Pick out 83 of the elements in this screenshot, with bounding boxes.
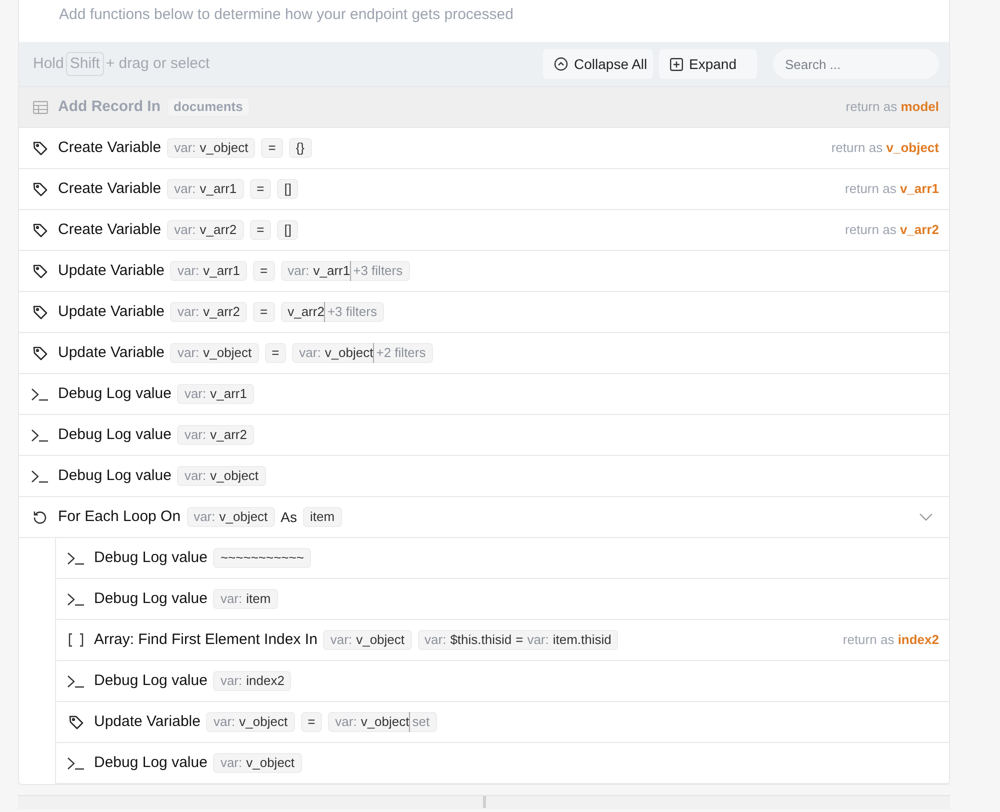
- step-title[interactable]: Debug Log value: [58, 382, 172, 406]
- value-chip[interactable]: var: v_arr1: [177, 384, 254, 404]
- value-chip[interactable]: var: v_object +2 filters: [292, 343, 433, 363]
- value-chip[interactable]: =: [250, 220, 272, 240]
- terminal-icon: [67, 756, 85, 770]
- value-chip[interactable]: ~~~~~~~~~~~: [213, 548, 311, 568]
- tag-icon: [32, 182, 48, 196]
- search-field[interactable]: Search ...: [773, 49, 939, 79]
- chevron-up-circle-icon: [554, 57, 568, 71]
- tag-icon: [32, 346, 48, 360]
- value-chip[interactable]: var: v_arr2: [170, 302, 247, 322]
- description-text: Add functions below to determine how your endpoint gets processed: [59, 5, 514, 25]
- step-title[interactable]: Create Variable: [58, 178, 162, 200]
- return-label: return as v_arr1: [845, 180, 939, 198]
- value-chip[interactable]: var: v_object: [177, 466, 266, 486]
- value-chip[interactable]: =: [261, 138, 283, 158]
- tag-icon: [32, 140, 48, 156]
- value-chip[interactable]: var: v_object: [213, 753, 302, 773]
- value-chip[interactable]: var: v_arr1: [170, 261, 247, 281]
- step-title[interactable]: Debug Log value: [58, 424, 172, 446]
- value-chip[interactable]: item: [303, 507, 342, 527]
- value-chip[interactable]: var: v_object: [186, 507, 275, 527]
- value-chip[interactable]: []: [277, 179, 298, 199]
- value-chip[interactable]: var: v_object set: [328, 712, 437, 732]
- value-chip[interactable]: var: v_arr2: [167, 220, 244, 240]
- plus-square-icon: [670, 58, 683, 70]
- value-chip[interactable]: var: v_arr1: [167, 179, 244, 199]
- value-chip[interactable]: var: v_object: [323, 630, 412, 650]
- step-title[interactable]: Create Variable: [58, 218, 162, 242]
- hint-text: + drag or select: [106, 54, 210, 74]
- return-label: return as index2: [842, 631, 939, 650]
- rotate-icon: [33, 510, 47, 524]
- value-chip[interactable]: []: [277, 220, 298, 240]
- step-title[interactable]: Array: Find First Element Index In: [94, 628, 318, 652]
- value-chip[interactable]: var: v_arr1 +3 filters: [280, 261, 410, 281]
- terminal-icon: [67, 592, 85, 606]
- chevron-down-icon[interactable]: [919, 513, 933, 521]
- step-title[interactable]: Update Variable: [94, 710, 200, 734]
- return-label: return as model: [846, 98, 939, 116]
- value-chip[interactable]: =: [250, 179, 272, 199]
- step-title[interactable]: Debug Log value: [94, 546, 208, 570]
- terminal-icon: [67, 552, 85, 564]
- key-cap: Shift: [66, 52, 104, 76]
- return-label: return as v_arr2: [845, 221, 939, 240]
- step-title[interactable]: Update Variable: [58, 342, 164, 364]
- step-title[interactable]: Debug Log value: [94, 752, 208, 774]
- terminal-icon: [31, 428, 49, 442]
- value-chip[interactable]: var: v_arr2: [177, 425, 254, 445]
- value-chip[interactable]: var: index2: [213, 671, 292, 691]
- value-chip[interactable]: =: [253, 261, 275, 281]
- value-chip[interactable]: v_arr2 +3 filters: [280, 302, 384, 322]
- step-title[interactable]: Debug Log value: [94, 670, 208, 692]
- step-title[interactable]: Update Variable: [58, 300, 164, 324]
- value-chip[interactable]: var: item: [213, 589, 278, 609]
- value-chip[interactable]: =: [264, 343, 286, 363]
- step-title[interactable]: Debug Log value: [58, 464, 172, 488]
- step-title[interactable]: For Each Loop On: [58, 506, 181, 528]
- tag-icon: [32, 222, 48, 238]
- tag-icon: [68, 714, 84, 730]
- horizontal-scrollbar[interactable]: [18, 795, 950, 809]
- value-chip[interactable]: var: v_object: [167, 138, 256, 158]
- collapse-button[interactable]: Collapse All: [543, 49, 653, 79]
- terminal-icon: [31, 388, 49, 400]
- value-chip[interactable]: var: v_object: [206, 712, 295, 732]
- value-chip[interactable]: var: v_object: [170, 343, 259, 363]
- step-title[interactable]: Create Variable: [58, 136, 162, 160]
- tag-icon: [32, 264, 48, 278]
- step-title[interactable]: Debug Log value: [94, 588, 208, 610]
- terminal-icon: [67, 674, 85, 688]
- step-title[interactable]: Update Variable: [58, 260, 164, 282]
- value-chip[interactable]: =: [253, 302, 275, 322]
- step-text: As: [280, 508, 298, 526]
- table-icon: [32, 100, 48, 114]
- tag-icon: [32, 304, 48, 320]
- expand-button[interactable]: Expand: [659, 49, 757, 79]
- value-chip[interactable]: {}: [288, 138, 312, 158]
- return-label: return as v_object: [831, 139, 939, 158]
- scrollbar-handle[interactable]: [482, 796, 486, 808]
- value-chip[interactable]: var: $this.thisid = var: item.thisid: [418, 630, 618, 650]
- value-chip[interactable]: =: [300, 712, 322, 732]
- hint-text: Hold: [33, 54, 64, 74]
- terminal-icon: [31, 470, 49, 482]
- brackets-icon: [68, 633, 84, 647]
